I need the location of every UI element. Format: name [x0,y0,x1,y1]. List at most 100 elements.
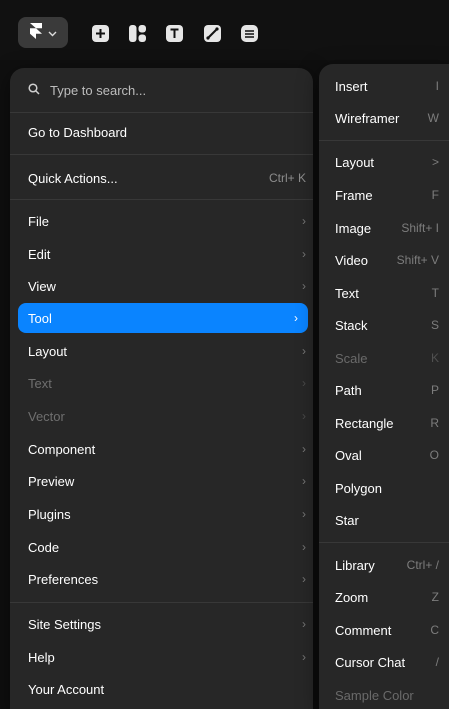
menu-item-label: Layout [28,343,68,359]
submenu-item-wireframer[interactable]: Wireframer W [319,104,449,132]
submenu-item-comment[interactable]: Comment C [319,616,449,644]
insert-plus-icon[interactable] [92,25,109,42]
submenu-item-label: Scale [335,350,368,366]
submenu-item-label: Wireframer [335,110,400,126]
shortcut-label: T [431,286,439,300]
shortcut-label: / [435,655,439,669]
shortcut-label: W [427,111,439,125]
submenu-item-label: Sample Color [335,687,414,703]
chevron-right-icon: › [302,540,306,554]
search-box[interactable]: Type to search... [10,68,313,112]
menu-item-file[interactable]: File › [18,206,313,236]
submenu-item-label: Zoom [335,589,369,605]
submenu-item-oval[interactable]: Oval O [319,441,449,469]
search-placeholder: Type to search... [50,82,147,98]
submenu-item-label: Rectangle [335,415,394,431]
chevron-right-icon: › [302,442,306,456]
divider [10,199,313,200]
chevron-right-icon: › [302,474,306,488]
menu-item-label: Edit [28,246,51,262]
submenu-item-label: Stack [335,317,368,333]
submenu-item-stack[interactable]: Stack S [319,311,449,339]
chevron-right-icon: › [302,650,306,664]
submenu-item-zoom[interactable]: Zoom Z [319,583,449,611]
chevron-right-icon: › [302,617,306,631]
shortcut-label: I [435,79,439,93]
search-icon [28,82,40,98]
chevron-right-icon: › [302,376,306,390]
shortcut-label: C [430,623,439,637]
submenu-item-label: Layout [335,154,375,170]
menu-item-quick-actions[interactable]: Quick Actions... Ctrl+ K [18,163,313,193]
submenu-item-insert[interactable]: Insert I [319,72,449,100]
menu-item-label: Quick Actions... [28,170,118,186]
menu-item-vector: Vector › [18,401,313,431]
menu-item-preferences[interactable]: Preferences › [18,564,313,594]
submenu-item-text[interactable]: Text T [319,279,449,307]
submenu-item-frame[interactable]: Frame F [319,181,449,209]
submenu-item-video[interactable]: Video Shift+ V [319,246,449,274]
submenu-item-label: Video [335,252,369,268]
submenu-item-rectangle[interactable]: Rectangle R [319,409,449,437]
chevron-right-icon: › [302,572,306,586]
menu-item-tool[interactable]: Tool › [18,303,308,333]
submenu-item-label: Cursor Chat [335,654,406,670]
text-icon[interactable] [166,25,183,42]
menu-item-layout[interactable]: Layout › [18,336,313,366]
framer-menu-button[interactable] [18,17,68,48]
shortcut-label: S [430,318,439,332]
vector-pen-icon[interactable] [204,25,221,42]
chevron-right-icon: › [302,409,306,423]
menu-item-label: Preview [28,473,75,489]
shortcut-label: R [430,416,439,430]
menu-item-label: Site Settings [28,616,101,632]
submenu-item-label: Insert [335,78,368,94]
menu-item-text: Text › [18,368,313,398]
submenu-item-polygon[interactable]: Polygon [319,474,449,502]
submenu-item-scale: Scale K [319,344,449,372]
chevron-down-icon [48,25,57,40]
menu-item-preview[interactable]: Preview › [18,466,313,496]
menu-item-label: Plugins [28,506,71,522]
menu-item-code[interactable]: Code › [18,532,313,562]
divider [10,112,313,113]
shortcut-label: F [431,188,439,202]
submenu-item-sample-color: Sample Color [319,681,449,709]
chevron-right-icon: > [431,155,439,169]
shortcut-label: Shift+ V [396,253,439,267]
menu-item-plugins[interactable]: Plugins › [18,499,313,529]
submenu-item-label: Library [335,557,375,573]
cms-database-icon[interactable] [241,25,258,42]
divider [319,542,449,543]
layout-icon[interactable] [129,25,146,42]
submenu-item-path[interactable]: Path P [319,376,449,404]
chevron-right-icon: › [302,279,306,293]
submenu-item-library[interactable]: Library Ctrl+ / [319,551,449,579]
shortcut-label: Ctrl+ K [268,171,306,185]
shortcut-label: K [430,351,439,365]
submenu-item-cursor-chat[interactable]: Cursor Chat / [319,648,449,676]
menu-item-site-settings[interactable]: Site Settings › [18,609,313,639]
menu-item-help[interactable]: Help › [18,642,313,672]
chevron-right-icon: › [302,344,306,358]
submenu-item-label: Image [335,220,372,236]
menu-item-label: Go to Dashboard [28,124,128,140]
submenu-item-label: Text [335,285,359,301]
chevron-right-icon: › [302,247,306,261]
menu-item-your-account[interactable]: Your Account [18,674,313,704]
menu-item-label: Tool [28,310,52,326]
submenu-item-star[interactable]: Star [319,506,449,534]
submenu-item-label: Star [335,512,359,528]
menu-item-component[interactable]: Component › [18,434,313,464]
chevron-right-icon: › [302,214,306,228]
submenu-item-image[interactable]: Image Shift+ I [319,214,449,242]
menu-item-view[interactable]: View › [18,271,313,301]
menu-item-edit[interactable]: Edit › [18,239,313,269]
shortcut-label: P [430,383,439,397]
submenu-item-layout[interactable]: Layout > [319,148,449,176]
menu-item-dashboard[interactable]: Go to Dashboard [18,117,313,147]
submenu-item-label: Frame [335,187,373,203]
main-menu: Type to search... Go to Dashboard Quick … [10,68,313,709]
divider [319,140,449,141]
shortcut-label: Shift+ I [401,221,439,235]
